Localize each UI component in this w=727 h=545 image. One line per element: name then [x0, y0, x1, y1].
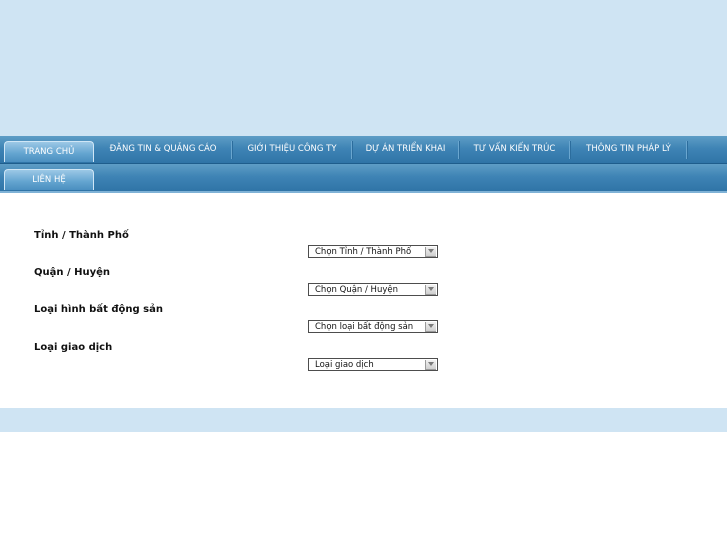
nav-item-tu-van-kien-truc[interactable]: TƯ VẤN KIẾN TRÚC	[460, 136, 569, 163]
page: TRANG CHỦ ĐĂNG TIN & QUẢNG CÁO GIỚI THIỆ…	[0, 0, 727, 545]
header-banner	[0, 0, 727, 136]
district-select-value: Chọn Quận / Huyện	[315, 285, 398, 295]
district-label: Quận / Huyện	[34, 267, 111, 278]
property-search-form: Tỉnh / Thành Phố Chọn Tỉnh / Thành Phố Q…	[0, 193, 727, 408]
nav-item-gioi-thieu-cong-ty[interactable]: GIỚI THIỆU CÔNG TY	[233, 136, 351, 163]
province-label: Tỉnh / Thành Phố	[34, 230, 129, 241]
nav-item-trang-chu[interactable]: TRANG CHỦ	[4, 141, 94, 162]
chevron-down-icon[interactable]	[425, 285, 436, 295]
nav-separator	[686, 141, 688, 159]
property-type-select-value: Chọn loại bất động sản	[315, 322, 414, 332]
province-select-value: Chọn Tỉnh / Thành Phố	[315, 247, 412, 257]
property-type-label: Loại hình bất động sản	[34, 304, 163, 315]
nav-item-lien-he[interactable]: LIÊN HỆ	[4, 169, 94, 190]
nav-item-dang-tin-quang-cao[interactable]: ĐĂNG TIN & QUẢNG CÁO	[95, 136, 231, 163]
property-type-select[interactable]: Chọn loại bất động sản	[308, 320, 438, 333]
transaction-type-label: Loại giao dịch	[34, 342, 113, 353]
main-nav-row-1: TRANG CHỦ ĐĂNG TIN & QUẢNG CÁO GIỚI THIỆ…	[0, 136, 727, 164]
nav-item-du-an-trien-khai[interactable]: DỰ ÁN TRIỂN KHAI	[353, 136, 458, 163]
nav-item-thong-tin-phap-ly[interactable]: THÔNG TIN PHÁP LÝ	[571, 136, 686, 163]
chevron-down-icon[interactable]	[425, 247, 436, 257]
transaction-type-select[interactable]: Loại giao dịch	[308, 358, 438, 371]
chevron-down-icon[interactable]	[425, 322, 436, 332]
footer-band	[0, 408, 727, 432]
main-nav-row-2: LIÊN HỆ	[0, 164, 727, 192]
chevron-down-icon[interactable]	[425, 360, 436, 370]
province-select[interactable]: Chọn Tỉnh / Thành Phố	[308, 245, 438, 258]
transaction-type-select-value: Loại giao dịch	[315, 360, 374, 370]
district-select[interactable]: Chọn Quận / Huyện	[308, 283, 438, 296]
